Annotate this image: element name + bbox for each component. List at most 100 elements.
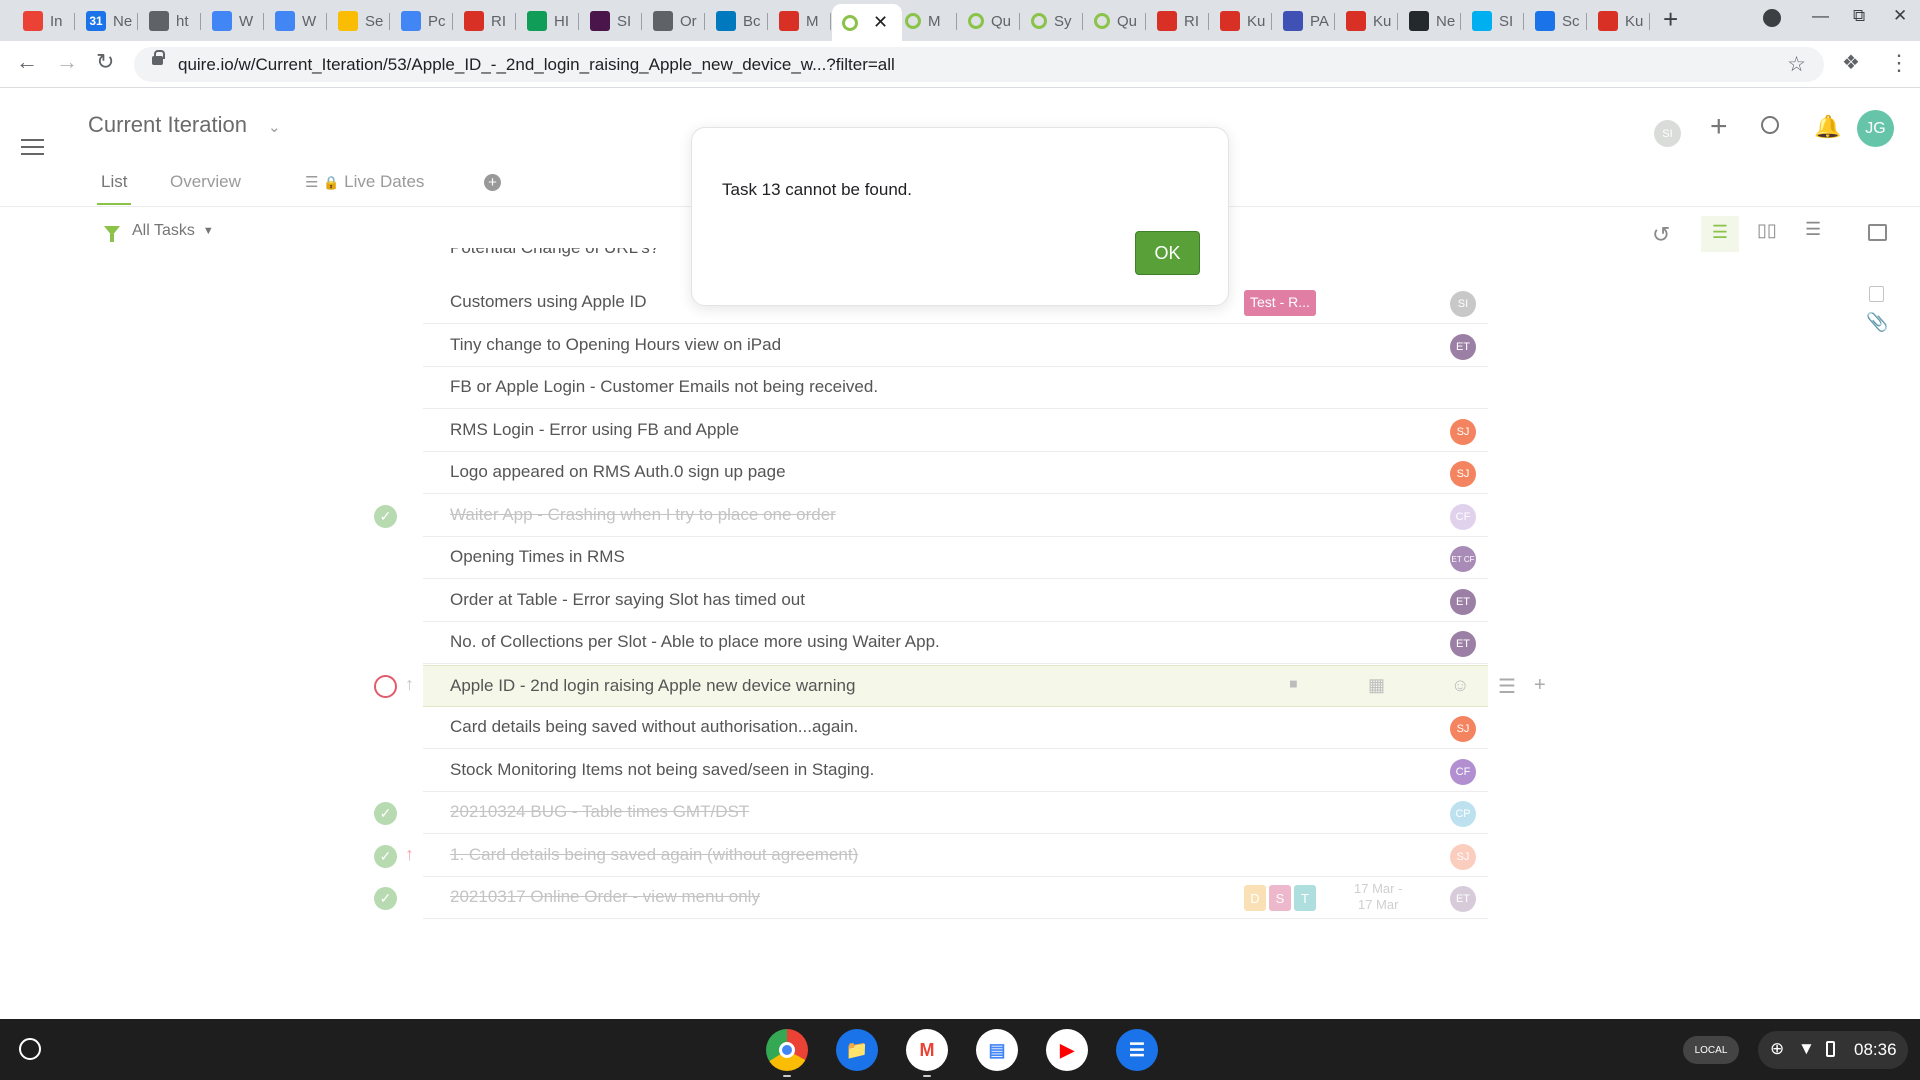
restore-button[interactable]: ⧉ — [1853, 6, 1865, 26]
assignee-avatar[interactable]: CF — [1450, 759, 1476, 785]
add-view-icon[interactable]: + — [484, 174, 501, 191]
assignee-avatar[interactable]: SJ — [1450, 844, 1476, 870]
task-name[interactable]: Apple ID - 2nd login raising Apple new d… — [450, 676, 855, 696]
assignee-avatar[interactable]: SJ — [1450, 461, 1476, 487]
bell-icon[interactable]: 🔔 — [1814, 114, 1841, 140]
assignee-avatar[interactable]: ET — [1450, 886, 1476, 912]
notes-icon[interactable] — [1869, 286, 1884, 302]
list-view-icon[interactable]: ☰ — [1701, 216, 1739, 252]
task-name[interactable]: Card details being saved without authori… — [450, 717, 858, 737]
forward-button[interactable]: → — [56, 49, 78, 75]
browser-tab[interactable]: W — [265, 6, 327, 36]
task-name[interactable]: Stock Monitoring Items not being saved/s… — [450, 760, 874, 780]
minimize-button[interactable]: — — [1812, 6, 1829, 26]
assignee-icon[interactable]: ☺ — [1451, 675, 1469, 696]
tab-search-icon[interactable] — [1763, 9, 1781, 27]
task-row[interactable]: 1. Card details being saved again (witho… — [423, 835, 1488, 877]
task-name[interactable]: FB or Apple Login - Customer Emails not … — [450, 377, 878, 397]
assignee-avatar[interactable]: SJ — [1450, 716, 1476, 742]
assignee-avatar[interactable]: CF — [1450, 504, 1476, 530]
browser-tab[interactable]: Sc — [1525, 6, 1587, 36]
assignee-avatar[interactable]: ET CF — [1450, 546, 1476, 572]
task-row[interactable]: RMS Login - Error using FB and Apple SJ — [423, 410, 1488, 452]
board-view-icon[interactable]: ▯▯ — [1757, 220, 1777, 241]
chrome-app-icon[interactable] — [766, 1029, 808, 1071]
completed-check-icon[interactable]: ✓ — [374, 802, 397, 825]
task-dates[interactable]: 17 Mar -17 Mar — [1354, 881, 1402, 913]
youtube-app-icon[interactable]: ▶ — [1046, 1029, 1088, 1071]
assignee-avatar[interactable]: CP — [1450, 801, 1476, 827]
close-tab-icon[interactable]: ✕ — [873, 12, 888, 33]
task-name[interactable]: Tiny change to Opening Hours view on iPa… — [450, 335, 781, 355]
files-app-icon[interactable]: 📁 — [836, 1029, 878, 1071]
browser-tab[interactable]: SI — [580, 6, 642, 36]
project-title[interactable]: Current Iteration — [88, 112, 247, 138]
assignee-avatar[interactable]: ET — [1450, 631, 1476, 657]
browser-tab[interactable]: Bc — [706, 6, 768, 36]
priority-arrow-icon[interactable]: ↑ — [405, 674, 414, 695]
task-name[interactable]: No. of Collections per Slot - Able to pl… — [450, 632, 940, 652]
assignee-avatar[interactable]: ET — [1450, 589, 1476, 615]
browser-tab[interactable]: SI — [1462, 6, 1524, 36]
task-tag[interactable]: Test - R... — [1244, 290, 1316, 316]
tab-list[interactable]: List — [101, 172, 127, 192]
task-row[interactable]: Opening Times in RMS ET CF — [423, 537, 1488, 579]
task-name[interactable]: 20210324 BUG - Table times GMT/DST — [450, 802, 749, 822]
back-button[interactable]: ← — [16, 49, 38, 75]
task-name[interactable]: 1. Card details being saved again (witho… — [450, 845, 858, 865]
user-avatar[interactable]: JG — [1857, 110, 1894, 147]
search-icon[interactable] — [1761, 116, 1779, 134]
new-tab-button[interactable]: + — [1663, 4, 1678, 35]
completed-check-icon[interactable]: ✓ — [374, 845, 397, 868]
tag-chip[interactable]: T — [1294, 885, 1316, 911]
task-row[interactable]: Tiny change to Opening Hours view on iPa… — [423, 325, 1488, 367]
task-name[interactable]: Customers using Apple ID — [450, 292, 647, 312]
task-row[interactable]: Waiter App - Crashing when I try to plac… — [423, 495, 1488, 537]
address-bar[interactable]: quire.io/w/Current_Iteration/53/Apple_ID… — [134, 47, 1824, 82]
task-row[interactable]: No. of Collections per Slot - Able to pl… — [423, 622, 1488, 664]
priority-arrow-icon[interactable]: ↑ — [405, 844, 414, 865]
task-row[interactable]: 20210317 Online Order - view menu only ET… — [423, 877, 1488, 919]
undo-icon[interactable]: ↺ — [1652, 222, 1670, 248]
task-name[interactable]: Order at Table - Error saying Slot has t… — [450, 590, 805, 610]
browser-tab[interactable]: PA — [1273, 6, 1335, 36]
task-row[interactable]: FB or Apple Login - Customer Emails not … — [423, 367, 1488, 409]
add-icon[interactable]: + — [1710, 110, 1728, 144]
browser-tab[interactable]: RI — [1147, 6, 1209, 36]
browser-tab[interactable]: Pc — [391, 6, 453, 36]
browser-tab[interactable]: 31 Ne — [76, 6, 138, 36]
tag-chip[interactable]: D — [1244, 885, 1266, 911]
browser-tab[interactable]: M — [769, 6, 831, 36]
side-panel-icon[interactable] — [1868, 224, 1887, 241]
tab-overview[interactable]: Overview — [170, 172, 241, 192]
browser-tab[interactable]: Qu — [958, 6, 1020, 36]
timeline-view-icon[interactable]: ☰ — [1805, 219, 1821, 240]
browser-tab[interactable]: W — [202, 6, 264, 36]
assignee-avatar[interactable]: ET — [1450, 334, 1476, 360]
messages-app-icon[interactable]: ☰ — [1116, 1029, 1158, 1071]
calendar-icon[interactable]: ▦ — [1368, 675, 1385, 696]
browser-menu-icon[interactable]: ⋮ — [1888, 50, 1910, 76]
browser-tab[interactable]: HI — [517, 6, 579, 36]
browser-tab[interactable]: Ne — [1399, 6, 1461, 36]
browser-tab[interactable]: M — [895, 6, 957, 36]
launcher-icon[interactable] — [19, 1038, 41, 1060]
chevron-down-icon[interactable]: ⌄ — [268, 118, 281, 136]
filter-dropdown[interactable]: All Tasks ▼ — [104, 222, 214, 242]
docs-app-icon[interactable]: ▤ — [976, 1029, 1018, 1071]
add-subtask-icon[interactable]: + — [1534, 674, 1546, 697]
task-row[interactable]: Stock Monitoring Items not being saved/s… — [423, 750, 1488, 792]
system-tray[interactable]: ⊕ ▼ 08:36 — [1758, 1031, 1908, 1069]
browser-tab[interactable]: Sy — [1021, 6, 1083, 36]
task-name[interactable]: 20210317 Online Order - view menu only — [450, 887, 760, 907]
task-row[interactable]: Card details being saved without authori… — [423, 707, 1488, 749]
assignee-avatar[interactable]: SJ — [1450, 419, 1476, 445]
browser-tab[interactable]: Or — [643, 6, 705, 36]
task-name[interactable]: Waiter App - Crashing when I try to plac… — [450, 505, 836, 525]
task-name[interactable]: Opening Times in RMS — [450, 547, 625, 567]
completed-check-icon[interactable]: ✓ — [374, 505, 397, 528]
main-menu-icon[interactable] — [21, 139, 44, 155]
extensions-puzzle-icon[interactable]: ❖ — [1842, 50, 1860, 75]
assignee-avatar[interactable]: SI — [1450, 291, 1476, 317]
indent-icon[interactable]: ☰ — [1498, 674, 1516, 699]
